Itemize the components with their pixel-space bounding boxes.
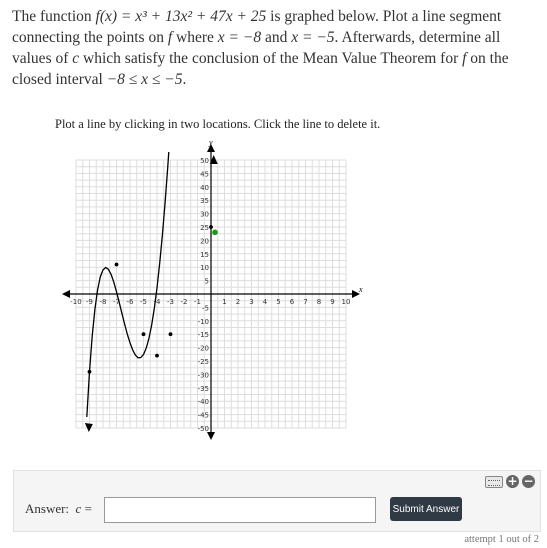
y-tick-label: 25 [200,224,209,232]
problem-period: . [182,71,187,88]
answer-panel: + − Answer: c = Submit Answer [13,470,541,532]
x-tick-label: -9 [86,298,93,306]
attempt-counter: attempt 1 out of 2 [464,534,539,545]
y-tick-label: -5 [202,304,209,312]
x-tick-label: -5 [140,298,147,306]
x-axis-arrow-left [62,290,70,298]
answer-label: Answer: c = [25,501,92,517]
x-tick-label: 3 [249,298,253,306]
curve-point [168,332,173,337]
x-tick-label: -6 [127,298,135,306]
x-tick-label: 1 [222,298,226,306]
y-axis-label: y [208,138,213,147]
highlight-point [212,229,218,236]
y-tick-label: 15 [200,251,209,259]
x-tick-label: 8 [317,298,321,306]
problem-text-3: where [176,29,214,46]
y-tick-label: -40 [198,398,209,406]
problem-text-1: The function [12,8,92,25]
x-tick-label: 6 [290,298,295,306]
curve-point [87,369,92,374]
plus-icon[interactable]: + [506,475,519,488]
minus-icon[interactable]: − [522,475,535,488]
x-tick-label: -2 [181,298,188,306]
function-letter: f [167,29,173,46]
curve-point [155,353,159,358]
y-tick-label: 35 [200,197,209,205]
x-value-2: x = −5 [291,29,335,46]
y-axis-arrow-bottom [207,432,215,440]
function-expression: f(x) = x³ + 13x² + 47x + 25 [95,8,267,25]
y-tick-label: -10 [198,318,209,326]
answer-label-text: Answer: [25,501,70,516]
x-tick-label: -1 [194,298,201,306]
y-tick-label: -20 [198,345,209,353]
answer-equals: = [84,501,92,516]
problem-statement: The function f(x) = x³ + 13x² + 47x + 25… [12,6,537,90]
problem-text-and: and [264,29,288,46]
x-tick-label: 7 [303,298,307,306]
graph-area[interactable]: x y -10 -9 -8 -7 -6 -5 -4 -3 -2 -1 1 2 3 4 5 6 7 8 9 10 -50 -45… [60,138,370,443]
y-tick-label: -30 [198,371,209,379]
keyboard-icon[interactable] [485,475,503,488]
answer-tools: + − [485,475,535,488]
interval: −8 ≤ x ≤ −5 [106,71,183,88]
y-tick-label: -50 [198,425,209,433]
y-tick-label: 5 [205,278,209,286]
answer-input[interactable] [104,497,376,523]
y-tick-label: 50 [200,157,209,165]
x-tick-label: 9 [330,298,334,306]
y-tick-label: -25 [198,358,209,366]
y-tick-label: 10 [200,264,209,272]
x-tick-label: -10 [70,298,81,306]
graph-instruction: Plot a line by clicking in two locations… [55,117,381,131]
x-tick-label: 4 [263,298,268,306]
x-tick-label: 5 [276,298,280,306]
y-tick-label: -35 [198,385,209,393]
y-tick-label: 20 [200,237,209,245]
x-value-1: x = −8 [217,29,262,46]
graph-svg[interactable]: xy-10 -9 -8 -7 -6 -5 -4 -3 -2 -1 1 2 3 4 5 6 7 8 9 10-50-45… [60,138,370,443]
curve-point [141,332,146,337]
x-tick-label: -8 [100,298,107,306]
y-tick-label: 45 [200,170,209,178]
y-tick-label: 30 [200,211,209,219]
problem-text-5: which satisfy the conclusion of the Mean… [83,50,459,67]
function-letter-2: f [462,50,467,67]
y-tick-label: -15 [198,331,209,339]
submit-answer-button[interactable]: Submit Answer [390,497,462,521]
c-letter: c [72,50,80,67]
x-axis-label: x [358,285,363,294]
curve-point [114,262,119,267]
x-tick-label: -3 [167,298,174,306]
y-tick-label: -45 [198,412,209,420]
answer-variable: c [75,501,82,516]
curve-point [209,225,213,229]
x-tick-label: 10 [342,298,351,306]
x-tick-label: 2 [236,298,240,306]
y-tick-label: 40 [200,184,209,192]
